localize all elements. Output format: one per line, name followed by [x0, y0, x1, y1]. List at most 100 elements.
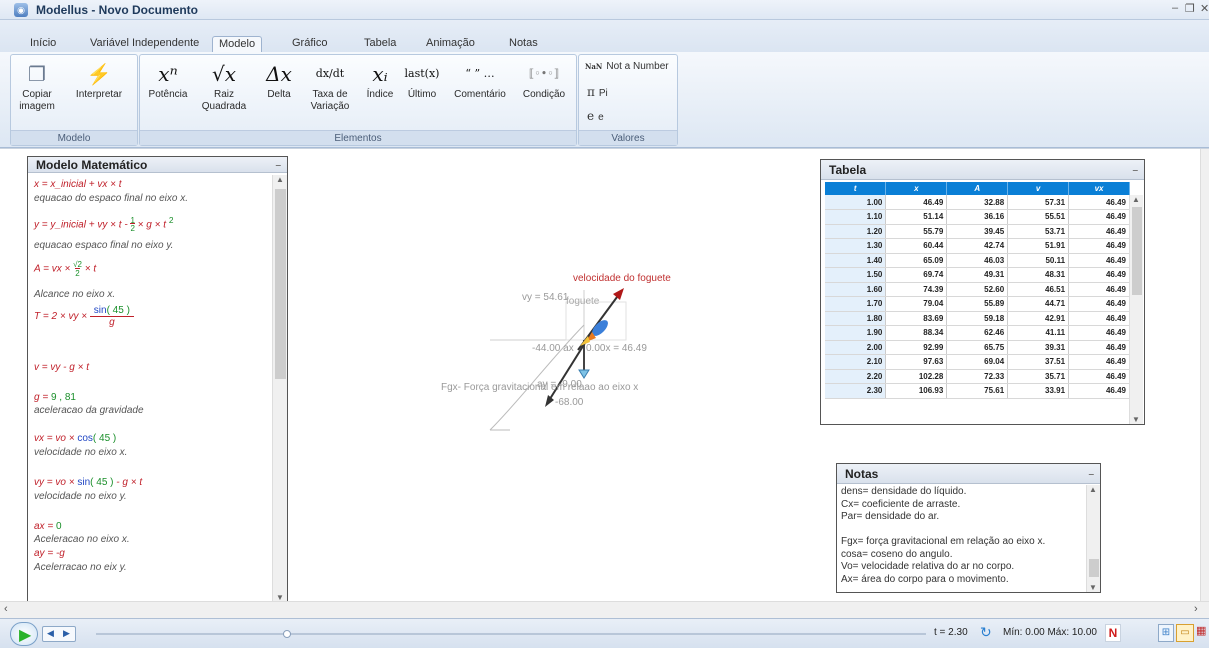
tab-notas[interactable]: Notas — [503, 36, 544, 52]
pi-button[interactable]: π Pi — [587, 85, 608, 99]
table-cell[interactable]: 46.49 — [1068, 311, 1130, 326]
table-cell[interactable]: 48.31 — [1007, 267, 1070, 283]
table-cell[interactable]: 69.74 — [885, 267, 948, 283]
table-cell[interactable]: 79.04 — [885, 296, 948, 312]
grid-icon[interactable]: ▦ — [1196, 624, 1209, 642]
table-cell[interactable]: 102.28 — [885, 369, 948, 384]
power-button[interactable]: xⁿ Potência — [144, 59, 192, 101]
table-cell[interactable]: 1.00 — [825, 195, 887, 210]
table-cell[interactable]: 59.18 — [946, 311, 1009, 326]
table-cell[interactable]: 60.44 — [885, 238, 948, 254]
table-cell[interactable]: 2.10 — [825, 354, 887, 370]
comment-line[interactable]: velocidade no eixo x. — [34, 447, 127, 458]
rate-of-change-button[interactable]: dx/dt Taxa de Variação — [306, 59, 354, 113]
table-cell[interactable]: 46.49 — [1068, 354, 1130, 370]
nan-button[interactable]: NaN Not a Number — [585, 61, 669, 72]
table-cell[interactable]: 55.51 — [1007, 209, 1070, 225]
table-cell[interactable]: 46.49 — [1068, 209, 1130, 225]
equation-v[interactable]: v = vy - g × t — [34, 362, 89, 373]
comment-line[interactable]: Alcance no eixo x. — [34, 289, 115, 300]
equation-x[interactable]: x = x_inicial + vx × t — [34, 179, 122, 190]
minimize-panel-icon[interactable]: – — [1132, 161, 1138, 181]
scroll-left-icon[interactable]: ‹ — [4, 603, 8, 615]
table-cell[interactable]: 46.51 — [1007, 282, 1070, 297]
table-cell[interactable]: 46.03 — [946, 253, 1009, 268]
table-cell[interactable]: 92.99 — [885, 340, 948, 355]
column-header[interactable]: vx — [1068, 182, 1130, 195]
table-cell[interactable]: 51.14 — [885, 209, 948, 225]
column-header[interactable]: A — [946, 182, 1009, 195]
equation-ay[interactable]: ay = -g — [34, 548, 65, 559]
column-header[interactable]: v — [1007, 182, 1070, 195]
comment-line[interactable]: aceleracao da gravidade — [34, 405, 144, 416]
tab-tabela[interactable]: Tabela — [358, 36, 402, 52]
close-icon[interactable]: ✕ — [1200, 2, 1209, 15]
table-cell[interactable]: 39.31 — [1007, 340, 1070, 355]
e-button[interactable]: ee — [587, 109, 604, 123]
table-cell[interactable]: 1.40 — [825, 253, 887, 268]
reset-icon[interactable]: ↻ — [980, 624, 996, 642]
time-slider-knob[interactable] — [282, 630, 291, 638]
layout-icon[interactable]: ⊞ — [1158, 624, 1174, 642]
equation-t[interactable]: T = 2 × vy × sin( 45 ) g — [34, 305, 134, 328]
table-cell[interactable]: 1.10 — [825, 209, 887, 225]
step-back-icon[interactable]: ◀ — [47, 628, 54, 639]
model-scroll-thumb[interactable] — [275, 189, 286, 379]
table-cell[interactable]: 50.11 — [1007, 253, 1070, 268]
table-cell[interactable]: 75.61 — [946, 383, 1009, 399]
comment-line[interactable]: velocidade no eixo y. — [34, 491, 127, 502]
table-cell[interactable]: 97.63 — [885, 354, 948, 370]
delta-button[interactable]: Δx Delta — [262, 59, 296, 101]
table-cell[interactable]: 39.45 — [946, 224, 1009, 239]
tab-inicio[interactable]: Início — [24, 36, 62, 52]
table-cell[interactable]: 36.16 — [946, 209, 1009, 225]
table-cell[interactable]: 88.34 — [885, 325, 948, 341]
scroll-up-icon[interactable]: ▲ — [1132, 195, 1140, 204]
table-cell[interactable]: 1.80 — [825, 311, 887, 326]
copy-image-button[interactable]: ❐ Copiar imagem — [17, 59, 57, 113]
table-cell[interactable]: 1.20 — [825, 224, 887, 239]
table-cell[interactable]: 46.49 — [1068, 296, 1130, 312]
scroll-right-icon[interactable]: › — [1194, 603, 1198, 615]
table-cell[interactable]: 51.91 — [1007, 238, 1070, 254]
condition-button[interactable]: ⟦◦•◦⟧ Condição — [516, 59, 572, 101]
equation-ax[interactable]: ax = 0 — [34, 521, 62, 532]
table-cell[interactable]: 62.46 — [946, 325, 1009, 341]
table-cell[interactable]: 42.91 — [1007, 311, 1070, 326]
table-cell[interactable]: 49.31 — [946, 267, 1009, 283]
table-cell[interactable]: 53.71 — [1007, 224, 1070, 239]
notes-text[interactable]: dens= densidade do líquido. Cx= coeficien… — [841, 486, 1081, 591]
table-cell[interactable]: 46.49 — [1068, 369, 1130, 384]
table-cell[interactable]: 52.60 — [946, 282, 1009, 297]
equation-vx[interactable]: vx = vo × cos( 45 ) — [34, 433, 116, 444]
table-cell[interactable]: 2.30 — [825, 383, 887, 399]
notes-scrollbar[interactable]: ▲ ▼ — [1086, 485, 1100, 592]
table-cell[interactable]: 1.70 — [825, 296, 887, 312]
table-cell[interactable]: 44.71 — [1007, 296, 1070, 312]
time-slider[interactable] — [96, 630, 926, 638]
comment-line[interactable]: Aceleracao no eixo x. — [34, 534, 130, 545]
table-cell[interactable]: 46.49 — [1068, 224, 1130, 239]
notes-scroll-thumb[interactable] — [1089, 559, 1099, 577]
minimize-panel-icon[interactable]: – — [1088, 465, 1094, 485]
table-cell[interactable]: 32.88 — [946, 195, 1009, 210]
table-cell[interactable]: 41.11 — [1007, 325, 1070, 341]
model-scrollbar[interactable]: ▲ ▼ — [272, 175, 287, 602]
table-cell[interactable]: 33.91 — [1007, 383, 1070, 399]
table-cell[interactable]: 46.49 — [1068, 282, 1130, 297]
scroll-up-icon[interactable]: ▲ — [276, 175, 284, 184]
table-cell[interactable]: 46.49 — [1068, 325, 1130, 341]
restore-icon[interactable]: ❐ — [1185, 2, 1195, 15]
table-cell[interactable]: 35.71 — [1007, 369, 1070, 384]
scroll-down-icon[interactable]: ▼ — [1132, 415, 1140, 424]
column-header[interactable]: t — [825, 182, 887, 195]
tab-variavel-independente[interactable]: Variável Independente — [84, 36, 205, 52]
table-cell[interactable]: 57.31 — [1007, 195, 1070, 210]
comment-line[interactable]: equacao do espaco final no eixo x. — [34, 193, 188, 204]
table-cell[interactable]: 46.49 — [1068, 253, 1130, 268]
square-root-button[interactable]: √x Raiz Quadrada — [198, 59, 250, 113]
play-button[interactable]: ▶ — [10, 622, 38, 646]
scroll-up-icon[interactable]: ▲ — [1089, 485, 1097, 494]
equation-vy[interactable]: vy = vo × sin( 45 ) - g × t — [34, 477, 142, 488]
table-cell[interactable]: 46.49 — [1068, 238, 1130, 254]
